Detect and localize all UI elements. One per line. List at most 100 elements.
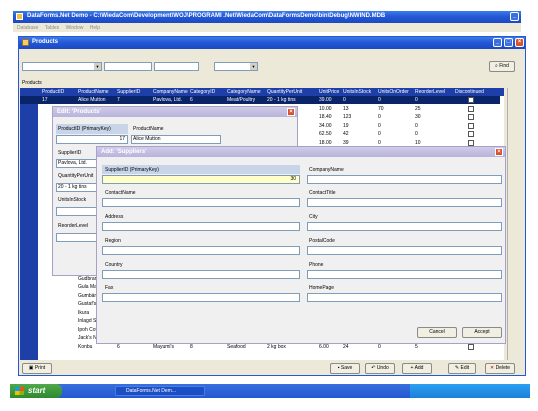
table-cell: 18.00 <box>319 139 332 146</box>
table-row[interactable]: 17 Alice Mutton 7 Pavlova, Ltd. 6 Meat/Poultr… <box>20 96 500 104</box>
start-button[interactable]: start <box>10 384 62 398</box>
taskbar: start DataForms.Net Dem... <box>10 384 530 398</box>
discontinued-checkbox[interactable] <box>468 105 474 112</box>
col-quantityperunit[interactable]: QuantityPerUnit <box>267 89 302 95</box>
filter-combo-1[interactable]: ▼ <box>22 62 102 71</box>
close-icon[interactable]: × <box>515 38 524 47</box>
chevron-down-icon[interactable]: ▼ <box>250 63 257 70</box>
table-cell: 26 <box>42 292 48 299</box>
table-cell: 5 <box>415 343 418 350</box>
discontinued-checkbox[interactable] <box>468 122 474 129</box>
minimize-icon[interactable]: _ <box>510 12 519 21</box>
menu-bar: Database Tables Window Help <box>13 23 521 32</box>
supplierid-field[interactable]: 30 <box>102 175 300 184</box>
address-field[interactable] <box>102 222 300 231</box>
contactname-field[interactable] <box>102 198 300 207</box>
menu-database[interactable]: Database <box>17 25 38 31</box>
table-cell: 71 <box>42 207 48 214</box>
system-tray <box>410 384 530 398</box>
label-contactname: ContactName <box>105 190 136 196</box>
undo-label: Undo <box>376 365 389 371</box>
edit-dialog-titlebar[interactable]: Edit: 'Products' × <box>53 107 297 117</box>
close-icon[interactable]: × <box>495 148 503 156</box>
table-cell: 60 <box>42 122 48 129</box>
app-titlebar[interactable]: DataForms.Net Demo - C:\WiedaCom\Develop… <box>13 11 521 23</box>
col-unitsinstock[interactable]: UnitsInStock <box>343 89 371 95</box>
filter-combo-4[interactable]: ▼ <box>214 62 258 71</box>
filter-combo-2[interactable] <box>104 62 152 71</box>
city-field[interactable] <box>307 222 502 231</box>
col-unitsonorder[interactable]: UnitsOnOrder <box>378 89 409 95</box>
add-button[interactable]: + Add <box>402 363 432 374</box>
col-reorderlevel[interactable]: ReorderLevel <box>415 89 445 95</box>
discontinued-checkbox[interactable] <box>468 343 474 350</box>
table-cell: 40 <box>42 114 48 120</box>
col-discontinued[interactable]: Discontinued <box>455 89 484 95</box>
postalcode-field[interactable] <box>307 246 502 255</box>
discontinued-checkbox[interactable] <box>468 139 474 146</box>
supplier-dialog-titlebar[interactable]: Add: 'Suppliers' × <box>97 147 505 157</box>
label-region: Region <box>105 238 121 244</box>
phone-field[interactable] <box>307 270 502 279</box>
edit-supplier-field[interactable]: Pavlova, Ltd. <box>56 159 101 168</box>
table-cell: Seafood <box>227 343 246 350</box>
edit-productid-field[interactable]: 17 <box>56 135 128 144</box>
close-icon[interactable]: × <box>287 108 295 116</box>
menu-window[interactable]: Window <box>66 25 84 31</box>
menu-help[interactable]: Help <box>90 25 100 31</box>
companyname-field[interactable] <box>307 175 502 184</box>
label-address: Address <box>105 214 124 220</box>
minimize-icon[interactable]: _ <box>493 38 502 47</box>
taskbar-task[interactable]: DataForms.Net Dem... <box>115 386 205 396</box>
col-supplierid[interactable]: SupplierID <box>117 89 140 95</box>
col-categoryid[interactable]: CategoryID <box>190 89 215 95</box>
table-cell: Gumbär <box>78 292 97 299</box>
cancel-button[interactable]: Cancel <box>417 327 457 338</box>
table-cell: 2 <box>42 148 45 154</box>
app-icon <box>16 13 23 20</box>
filter-combo-3[interactable] <box>154 62 199 71</box>
col-unitprice[interactable]: UnitPrice <box>319 89 339 95</box>
region-field[interactable] <box>102 246 300 255</box>
table-cell: 38 <box>42 182 48 188</box>
edit-unitsinstock-field[interactable] <box>56 207 101 216</box>
products-titlebar[interactable]: Products _ □ × <box>19 37 525 49</box>
homepage-field[interactable] <box>307 293 502 302</box>
col-categoryname[interactable]: CategoryName <box>227 89 261 95</box>
contacttitle-field[interactable] <box>307 198 502 207</box>
table-cell: 3 <box>42 105 45 112</box>
edit-quantity-field[interactable]: 20 - 1 kg tins <box>56 183 101 192</box>
edit-label-productname: ProductName <box>133 126 164 132</box>
edit-quantity-value: 20 - 1 kg tins <box>58 184 87 190</box>
fax-field[interactable] <box>102 293 300 302</box>
table-cell: 42 <box>343 131 349 137</box>
maximize-icon[interactable]: □ <box>504 38 513 47</box>
table-cell: 8 <box>190 343 193 350</box>
discontinued-checkbox[interactable] <box>468 131 474 137</box>
country-field[interactable] <box>102 270 300 279</box>
discontinued-checkbox[interactable] <box>468 97 474 103</box>
delete-button[interactable]: ✕ Delete <box>485 363 515 374</box>
undo-button[interactable]: ↶ Undo <box>365 363 395 374</box>
table-cell: 18 <box>42 131 48 137</box>
edit-productname-field[interactable]: Alice Mutton <box>131 135 221 144</box>
col-productid[interactable]: ProductID <box>42 89 64 95</box>
table-cell: 0 <box>378 131 381 137</box>
save-button[interactable]: ▪ Save <box>330 363 360 374</box>
print-button[interactable]: ▣ Print <box>22 363 52 374</box>
table-cell: 43 <box>42 326 48 333</box>
accept-button[interactable]: Accept <box>462 327 502 338</box>
grid-scrollbar[interactable] <box>507 88 515 360</box>
col-companyname[interactable]: CompanyName <box>153 89 188 95</box>
table-cell: 123 <box>343 114 352 120</box>
table-cell: 58 <box>42 190 48 197</box>
edit-reorderlevel-field[interactable] <box>56 233 101 242</box>
table-cell: 18.40 <box>319 114 332 120</box>
menu-tables[interactable]: Tables <box>45 25 59 31</box>
table-cell: 39.00 <box>319 97 332 103</box>
chevron-down-icon[interactable]: ▼ <box>94 63 101 70</box>
find-button[interactable]: ⌕ Find <box>489 61 515 72</box>
edit-button[interactable]: ✎ Edit <box>448 363 476 374</box>
discontinued-checkbox[interactable] <box>468 114 474 120</box>
col-productname[interactable]: ProductName <box>78 89 109 95</box>
